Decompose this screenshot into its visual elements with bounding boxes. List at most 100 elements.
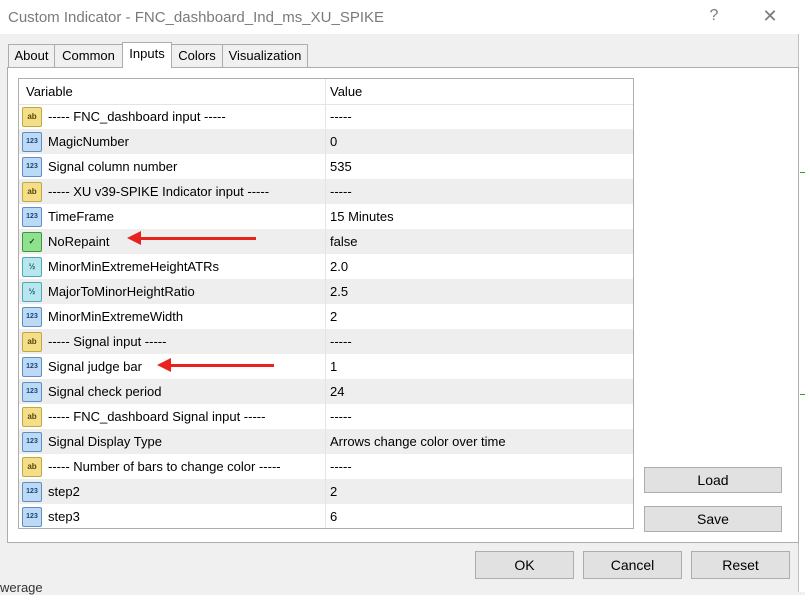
variable-value[interactable]: false bbox=[330, 234, 357, 249]
help-icon[interactable]: ? bbox=[704, 7, 724, 27]
string-type-icon: ab bbox=[22, 332, 42, 352]
variable-name: ----- XU v39-SPIKE Indicator input ----- bbox=[48, 184, 270, 199]
table-row[interactable]: ab ----- FNC_dashboard Signal input -----… bbox=[19, 404, 633, 429]
variable-name: TimeFrame bbox=[48, 209, 114, 224]
table-row[interactable]: ✓ NoRepaint false bbox=[19, 229, 633, 254]
column-header-variable[interactable]: Variable bbox=[26, 84, 73, 99]
variable-name: ----- FNC_dashboard Signal input ----- bbox=[48, 409, 266, 424]
annotation-arrow-signal-judge-bar bbox=[170, 364, 274, 367]
boolean-type-icon: ✓ bbox=[22, 232, 42, 252]
integer-type-icon: 123 bbox=[22, 132, 42, 152]
variable-value[interactable]: 535 bbox=[330, 159, 352, 174]
variable-value[interactable]: 2.0 bbox=[330, 259, 348, 274]
column-divider bbox=[325, 204, 326, 229]
column-divider[interactable] bbox=[325, 79, 326, 104]
background-text-fragment: werage bbox=[0, 580, 43, 595]
string-type-icon: ab bbox=[22, 407, 42, 427]
table-row[interactable]: ab ----- Signal input ----- ----- bbox=[19, 329, 633, 354]
chart-line-fragment bbox=[800, 172, 805, 173]
table-row[interactable]: ½ MinorMinExtremeHeightATRs 2.0 bbox=[19, 254, 633, 279]
variable-value[interactable]: Arrows change color over time bbox=[330, 434, 506, 449]
variable-name: MinorMinExtremeWidth bbox=[48, 309, 184, 324]
variable-value[interactable]: ----- bbox=[330, 184, 352, 199]
save-button[interactable]: Save bbox=[644, 506, 782, 532]
load-button[interactable]: Load bbox=[644, 467, 782, 493]
integer-type-icon: 123 bbox=[22, 482, 42, 502]
column-divider bbox=[325, 279, 326, 304]
integer-type-icon: 123 bbox=[22, 432, 42, 452]
close-icon[interactable]: ✕ bbox=[756, 6, 784, 28]
variable-name: MagicNumber bbox=[48, 134, 129, 149]
integer-type-icon: 123 bbox=[22, 157, 42, 177]
table-row[interactable]: 123 step2 2 bbox=[19, 479, 633, 504]
table-row[interactable]: 123 MinorMinExtremeWidth 2 bbox=[19, 304, 633, 329]
chart-line-fragment bbox=[800, 394, 805, 395]
variable-value[interactable]: 6 bbox=[330, 509, 337, 524]
table-header: Variable Value bbox=[19, 79, 633, 105]
column-divider bbox=[325, 504, 326, 528]
table-row[interactable]: ½ MajorToMinorHeightRatio 2.5 bbox=[19, 279, 633, 304]
annotation-arrowhead bbox=[157, 358, 171, 372]
integer-type-icon: 123 bbox=[22, 382, 42, 402]
double-type-icon: ½ bbox=[22, 257, 42, 277]
tab-inputs[interactable]: Inputs bbox=[122, 42, 172, 68]
string-type-icon: ab bbox=[22, 107, 42, 127]
column-divider bbox=[325, 329, 326, 354]
window-title: Custom Indicator - FNC_dashboard_Ind_ms_… bbox=[8, 9, 385, 26]
column-header-value[interactable]: Value bbox=[330, 84, 362, 99]
variable-name: Signal judge bar bbox=[48, 359, 142, 374]
variable-value[interactable]: ----- bbox=[330, 409, 352, 424]
annotation-arrowhead bbox=[127, 231, 141, 245]
variable-name: step2 bbox=[48, 484, 80, 499]
column-divider bbox=[325, 129, 326, 154]
table-row[interactable]: 123 MagicNumber 0 bbox=[19, 129, 633, 154]
background-chart-edge bbox=[798, 34, 805, 592]
table-row[interactable]: ab ----- Number of bars to change color -… bbox=[19, 454, 633, 479]
integer-type-icon: 123 bbox=[22, 507, 42, 527]
string-type-icon: ab bbox=[22, 182, 42, 202]
variable-value[interactable]: 15 Minutes bbox=[330, 209, 394, 224]
tab-about[interactable]: About bbox=[8, 44, 55, 67]
variable-value[interactable]: ----- bbox=[330, 109, 352, 124]
ok-button[interactable]: OK bbox=[475, 551, 574, 579]
column-divider bbox=[325, 479, 326, 504]
column-divider bbox=[325, 154, 326, 179]
variable-value[interactable]: 2 bbox=[330, 309, 337, 324]
column-divider bbox=[325, 229, 326, 254]
variable-name: Signal column number bbox=[48, 159, 178, 174]
table-row[interactable]: 123 Signal Display Type Arrows change colo… bbox=[19, 429, 633, 454]
column-divider bbox=[325, 354, 326, 379]
column-divider bbox=[325, 104, 326, 129]
cancel-button[interactable]: Cancel bbox=[583, 551, 682, 579]
variable-value[interactable]: 2 bbox=[330, 484, 337, 499]
tab-colors[interactable]: Colors bbox=[171, 44, 223, 67]
variable-value[interactable]: ----- bbox=[330, 334, 352, 349]
table-row[interactable]: ab ----- XU v39-SPIKE Indicator input ---… bbox=[19, 179, 633, 204]
annotation-arrow-norepaint bbox=[140, 237, 256, 240]
variable-value[interactable]: 1 bbox=[330, 359, 337, 374]
table-row[interactable]: 123 Signal judge bar 1 bbox=[19, 354, 633, 379]
tab-visualization[interactable]: Visualization bbox=[222, 44, 308, 67]
table-row[interactable]: ab ----- FNC_dashboard input ----- ----- bbox=[19, 104, 633, 129]
reset-button[interactable]: Reset bbox=[691, 551, 790, 579]
title-bar: Custom Indicator - FNC_dashboard_Ind_ms_… bbox=[0, 0, 805, 34]
variable-name: MinorMinExtremeHeightATRs bbox=[48, 259, 219, 274]
variable-name: ----- FNC_dashboard input ----- bbox=[48, 109, 226, 124]
column-divider bbox=[325, 304, 326, 329]
variable-value[interactable]: 2.5 bbox=[330, 284, 348, 299]
integer-type-icon: 123 bbox=[22, 357, 42, 377]
table-row[interactable]: 123 Signal check period 24 bbox=[19, 379, 633, 404]
double-type-icon: ½ bbox=[22, 282, 42, 302]
table-row[interactable]: 123 step3 6 bbox=[19, 504, 633, 528]
table-row[interactable]: 123 Signal column number 535 bbox=[19, 154, 633, 179]
column-divider bbox=[325, 254, 326, 279]
variable-value[interactable]: 24 bbox=[330, 384, 344, 399]
table-row[interactable]: 123 TimeFrame 15 Minutes bbox=[19, 204, 633, 229]
variable-name: ----- Number of bars to change color ---… bbox=[48, 459, 281, 474]
variable-value[interactable]: ----- bbox=[330, 459, 352, 474]
integer-type-icon: 123 bbox=[22, 307, 42, 327]
variable-value[interactable]: 0 bbox=[330, 134, 337, 149]
column-divider bbox=[325, 404, 326, 429]
variable-name: ----- Signal input ----- bbox=[48, 334, 167, 349]
tab-common[interactable]: Common bbox=[54, 44, 123, 67]
